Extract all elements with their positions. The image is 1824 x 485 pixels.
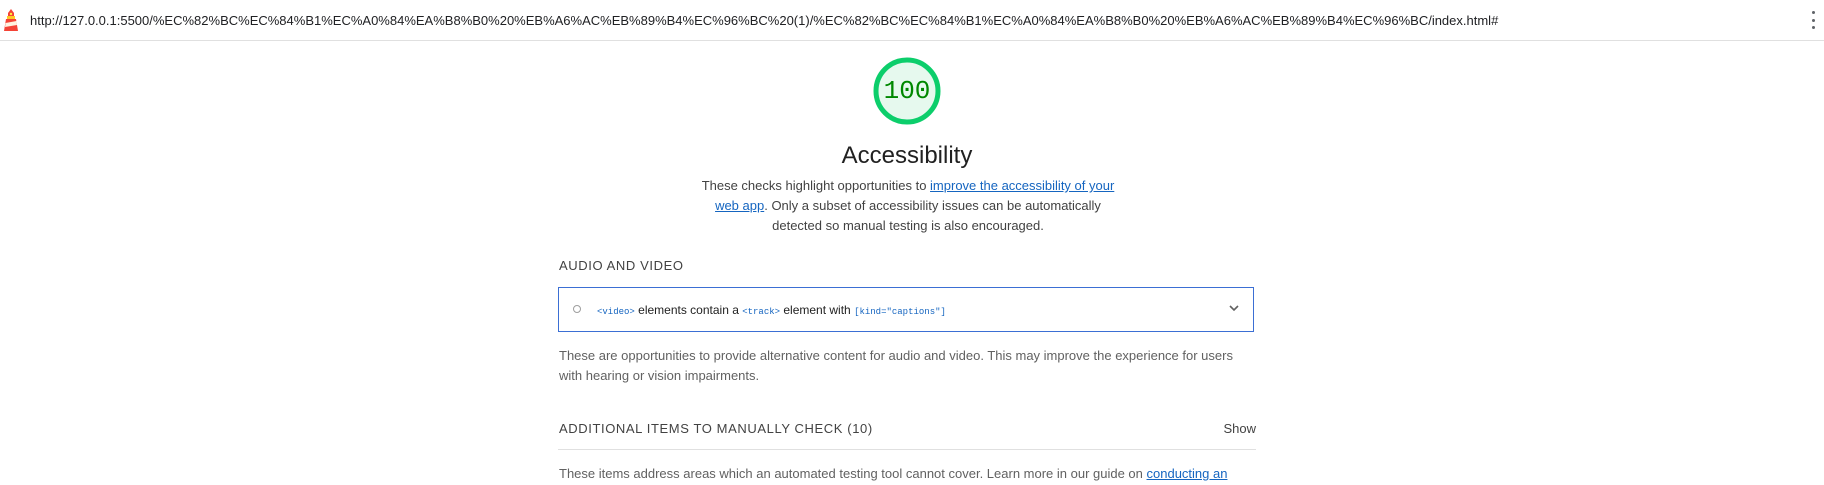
manual-check-description: These items address areas which an autom… [559,464,1259,484]
audit-text-2: element with [780,303,855,317]
category-desc-text-2: . Only a subset of accessibility issues … [764,198,1101,233]
category-desc-text: These checks highlight opportunities to [701,178,931,193]
audio-video-heading: AUDIO AND VIDEO [559,258,684,273]
browser-address-bar: http://127.0.0.1:5500/%EC%82%BC%EC%84%B1… [0,0,1824,41]
lighthouse-icon [4,9,18,31]
show-manual-items-button[interactable]: Show [1210,421,1256,436]
audio-video-description: These are opportunities to provide alter… [559,348,1233,383]
chevron-down-icon[interactable] [1227,301,1241,315]
audit-text-1: elements contain a [634,303,743,317]
category-description: These checks highlight opportunities to … [698,176,1118,236]
url-text[interactable]: http://127.0.0.1:5500/%EC%82%BC%EC%84%B1… [30,13,1498,28]
audit-code-track: <track> [742,307,781,317]
gauge-score: 100 [883,76,931,106]
category-title: Accessibility [841,142,973,169]
audit-title: <video> elements contain a <track> eleme… [597,303,946,317]
divider [558,449,1256,450]
audit-code-video: <video> [597,307,635,317]
audit-video-caption[interactable]: <video> elements contain a <track> eleme… [558,287,1254,332]
audit-status-icon [573,305,581,313]
conducting-review-link[interactable]: conducting an [1147,466,1228,481]
audit-code-kind: [kind="captions"] [854,307,946,317]
manual-desc-text: These items address areas which an autom… [559,466,1147,481]
manual-check-heading: ADDITIONAL ITEMS TO MANUALLY CHECK (10) [559,421,873,436]
score-gauge: 100 [872,56,942,126]
more-vert-icon[interactable] [1810,11,1816,29]
